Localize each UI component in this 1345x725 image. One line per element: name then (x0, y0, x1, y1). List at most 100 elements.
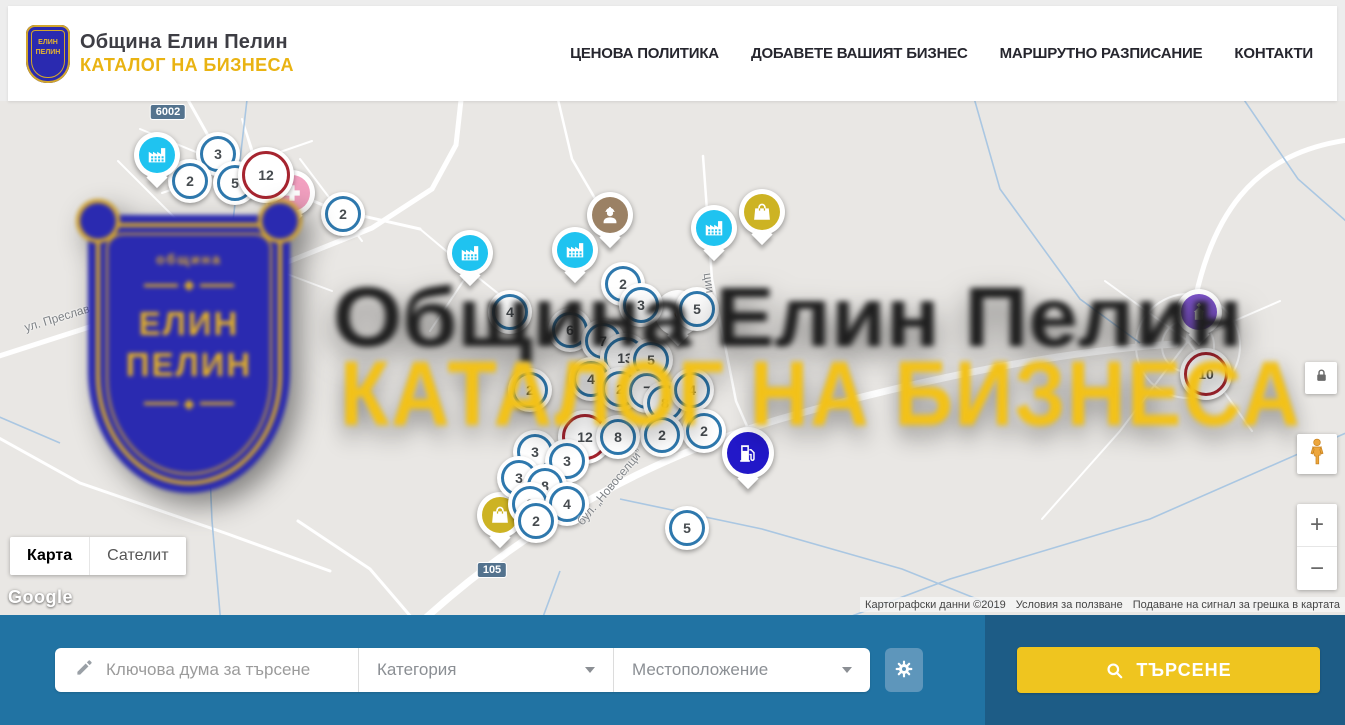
search-bar: Категория Местоположение (0, 615, 1345, 725)
main-nav: ЦЕНОВА ПОЛИТИКА ДОБАВЕТЕ ВАШИЯТ БИЗНЕС М… (570, 45, 1313, 62)
fuel-icon (727, 432, 769, 474)
chevron-down-icon (585, 667, 595, 673)
location-select[interactable]: Местоположение (613, 648, 870, 692)
factory-pin-marker[interactable] (691, 205, 737, 251)
cluster-count: 3 (214, 146, 222, 162)
cluster-marker[interactable]: 4 (670, 368, 714, 412)
factory-pin-marker[interactable] (447, 230, 493, 276)
map-type-satellite-button[interactable]: Сателит (89, 537, 185, 575)
pegman-streetview-control[interactable] (1297, 434, 1337, 474)
report-map-error-link[interactable]: Подаване на сигнал за грешка в картата (1128, 599, 1345, 611)
map-canvas[interactable]: 325122235467135422784221283338342510ул. … (0, 101, 1345, 615)
lock-map-button[interactable] (1305, 362, 1337, 394)
cluster-count: 8 (614, 429, 622, 445)
site-subtitle: КАТАЛОГ НА БИЗНЕСА (80, 55, 294, 76)
cluster-marker[interactable]: 10 (1180, 348, 1232, 400)
map-attribution: Картографски данни ©2019 Условия за полз… (860, 597, 1345, 612)
terms-of-use-link[interactable]: Условия за ползване (1011, 599, 1128, 611)
cluster-marker[interactable]: 5 (665, 506, 709, 550)
zoom-in-button[interactable]: + (1297, 504, 1337, 547)
brand[interactable]: ЕЛИН ПЕЛИН Община Елин Пелин КАТАЛОГ НА … (26, 25, 294, 83)
street-label: ции (701, 272, 718, 294)
cluster-marker[interactable]: 2 (321, 192, 365, 236)
nav-contacts[interactable]: КОНТАКТИ (1234, 45, 1313, 62)
search-icon (1105, 661, 1124, 680)
cluster-count: 2 (339, 206, 347, 222)
road-number-badge: 6002 (151, 105, 185, 119)
factory-icon (696, 210, 732, 246)
worker-pin-marker[interactable] (587, 192, 633, 238)
cluster-count: 2 (616, 381, 624, 397)
factory-pin-marker[interactable] (552, 227, 598, 273)
keyword-search-input[interactable] (106, 660, 346, 680)
street-label: ул. Преслав (23, 301, 92, 334)
factory-icon (557, 232, 593, 268)
cluster-count: 4 (587, 371, 595, 387)
cluster-marker[interactable]: 12 (238, 147, 294, 203)
cluster-count: 12 (258, 167, 274, 183)
cluster-count: 3 (637, 297, 645, 313)
lock-icon (1313, 367, 1330, 389)
logo-name-line1: ЕЛИН (26, 39, 70, 46)
search-input-group: Категория Местоположение (55, 648, 870, 692)
bag-icon (744, 194, 780, 230)
factory-pin-marker[interactable] (134, 132, 180, 178)
worker-icon (592, 197, 628, 233)
cluster-count: 2 (526, 382, 534, 398)
cluster-marker[interactable]: 2 (682, 409, 726, 453)
zoom-control: + − (1297, 504, 1337, 590)
category-select-label: Категория (377, 660, 456, 680)
cluster-marker[interactable]: 2 (640, 413, 684, 457)
factory-icon (139, 137, 175, 173)
cluster-count: 8 (661, 395, 669, 411)
cluster-count: 4 (563, 496, 571, 512)
cluster-count: 5 (647, 352, 655, 368)
pegman-icon (1306, 437, 1328, 472)
fuel-pin-marker[interactable] (722, 427, 774, 479)
cluster-count: 10 (1198, 366, 1214, 382)
nav-pricing-policy[interactable]: ЦЕНОВА ПОЛИТИКА (570, 45, 719, 62)
cluster-count: 3 (531, 444, 539, 460)
bag-pin-marker[interactable] (739, 189, 785, 235)
cluster-count: 2 (186, 173, 194, 189)
location-select-label: Местоположение (632, 660, 768, 680)
cluster-count: 5 (683, 520, 691, 536)
cluster-count: 2 (532, 513, 540, 529)
cluster-marker[interactable]: 4 (488, 290, 532, 334)
cluster-count: 3 (563, 453, 571, 469)
zoom-out-button[interactable]: − (1297, 547, 1337, 590)
cluster-count: 5 (693, 301, 701, 317)
cluster-marker[interactable]: 2 (514, 499, 558, 543)
category-select[interactable]: Категория (358, 648, 613, 692)
chevron-down-icon (842, 667, 852, 673)
nav-route-schedule[interactable]: МАРШРУТНО РАЗПИСАНИЕ (1000, 45, 1203, 62)
gear-icon (894, 659, 914, 682)
pencil-icon (75, 658, 94, 682)
municipality-logo: ЕЛИН ПЕЛИН (26, 25, 70, 83)
attribution-copyright: Картографски данни ©2019 (860, 599, 1011, 611)
road-number-badge: 105 (478, 563, 506, 577)
header: ЕЛИН ПЕЛИН Община Елин Пелин КАТАЛОГ НА … (8, 6, 1337, 101)
cluster-count: 4 (506, 304, 514, 320)
cluster-marker[interactable]: 3 (619, 283, 663, 327)
factory-icon (452, 235, 488, 271)
cluster-count: 4 (688, 382, 696, 398)
cluster-count: 2 (700, 423, 708, 439)
keyword-section (55, 648, 358, 692)
advanced-search-button[interactable] (885, 648, 923, 692)
nav-add-your-business[interactable]: ДОБАВЕТЕ ВАШИЯТ БИЗНЕС (751, 45, 968, 62)
cluster-count: 6 (566, 322, 574, 338)
church-icon (1181, 294, 1217, 330)
church-pin-marker[interactable] (1176, 289, 1222, 335)
map-type-control: Карта Сателит (10, 537, 186, 575)
google-logo[interactable]: Google (8, 587, 73, 608)
map-type-map-button[interactable]: Карта (10, 537, 89, 575)
cluster-marker[interactable]: 5 (675, 287, 719, 331)
cluster-count: 2 (658, 427, 666, 443)
site-title: Община Елин Пелин (80, 31, 294, 54)
cluster-marker[interactable]: 2 (508, 368, 552, 412)
logo-name-line2: ПЕЛИН (26, 49, 70, 56)
search-submit-button[interactable]: ТЪРСЕНЕ (1017, 647, 1320, 693)
search-button-label: ТЪРСЕНЕ (1136, 660, 1231, 681)
markers-layer: 325122235467135422784221283338342510ул. … (0, 101, 1345, 615)
